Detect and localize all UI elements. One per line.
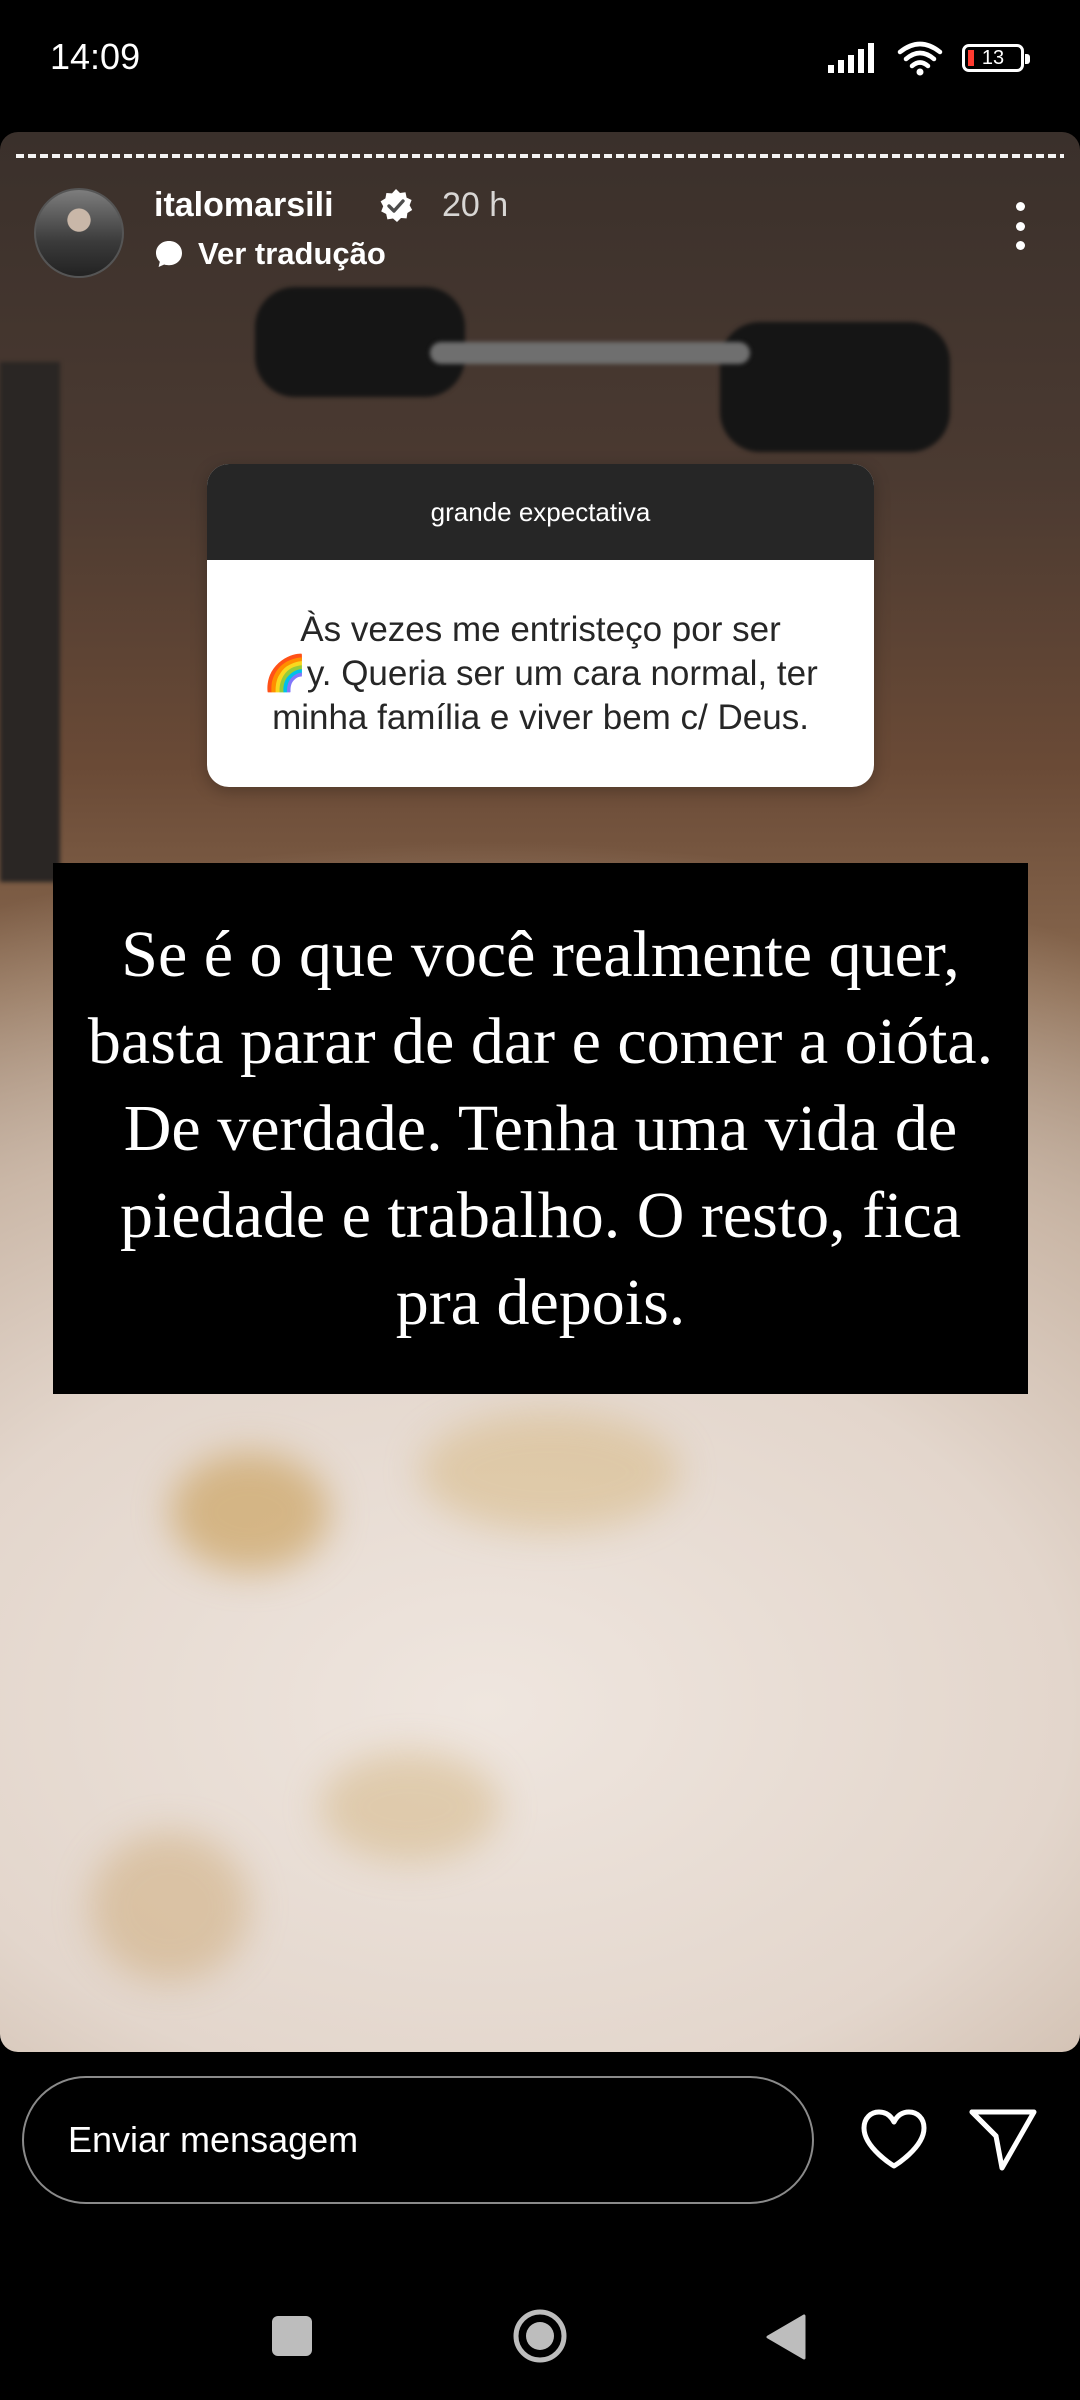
signal-icon	[828, 43, 874, 73]
status-time: 14:09	[50, 36, 141, 77]
status-icons: 13	[828, 40, 1030, 76]
question-sticker-text: Às vezes me entristeço por ser 🌈y. Queri…	[241, 608, 840, 740]
heart-icon[interactable]	[858, 2108, 930, 2172]
background-stain	[170, 1452, 330, 1572]
question-sticker-title: grande expectativa	[430, 496, 651, 527]
see-translation-button[interactable]: Ver tradução	[154, 236, 386, 272]
question-sticker-body: Às vezes me entristeço por ser 🌈y. Queri…	[207, 560, 874, 787]
send-icon[interactable]	[968, 2106, 1038, 2172]
back-icon[interactable]	[764, 2314, 806, 2360]
avatar[interactable]	[34, 188, 124, 278]
question-sticker[interactable]: grande expectativa Às vezes me entristeç…	[207, 464, 874, 787]
see-translation-label: Ver tradução	[198, 236, 386, 271]
status-bar: 14:09 13	[0, 0, 1080, 130]
reply-bar: Enviar mensagem	[0, 2052, 1080, 2204]
answer-text-box: Se é o que você realmente quer, basta pa…	[53, 863, 1028, 1394]
story-card[interactable]: italomarsili 20 h Ver tradução grande ex…	[0, 132, 1080, 2052]
background-stain	[320, 1752, 500, 1862]
answer-text: Se é o que você realmente quer, basta pa…	[87, 918, 994, 1339]
background-machine-rod	[430, 342, 750, 364]
time-ago: 20 h	[442, 186, 509, 224]
background-frame	[0, 362, 60, 882]
background-machine-pad-right	[720, 322, 950, 452]
recent-apps-icon[interactable]	[272, 2316, 312, 2356]
battery-icon: 13	[962, 44, 1030, 72]
message-input[interactable]: Enviar mensagem	[22, 2076, 814, 2204]
verified-icon	[380, 189, 413, 222]
story-header: italomarsili 20 h Ver tradução	[0, 132, 1080, 292]
battery-percent: 13	[981, 46, 1005, 69]
question-text-part-2: y. Queria ser um cara normal, ter minha …	[272, 653, 818, 737]
battery-level	[968, 50, 974, 66]
rainbow-emoji: 🌈	[263, 653, 307, 693]
message-placeholder: Enviar mensagem	[68, 2119, 359, 2160]
system-nav-bar	[0, 2270, 1080, 2400]
question-sticker-header: grande expectativa	[207, 464, 874, 560]
more-options-icon[interactable]	[1012, 202, 1028, 250]
wifi-icon	[897, 41, 943, 76]
background-machine-pad	[255, 287, 465, 397]
username[interactable]: italomarsili	[154, 186, 334, 225]
background-stain	[90, 1832, 250, 1982]
question-text-part-1: Às vezes me entristeço por ser	[300, 609, 781, 649]
translate-bubble-icon	[156, 241, 182, 267]
home-icon[interactable]	[512, 2308, 568, 2364]
background-stain	[420, 1412, 680, 1532]
